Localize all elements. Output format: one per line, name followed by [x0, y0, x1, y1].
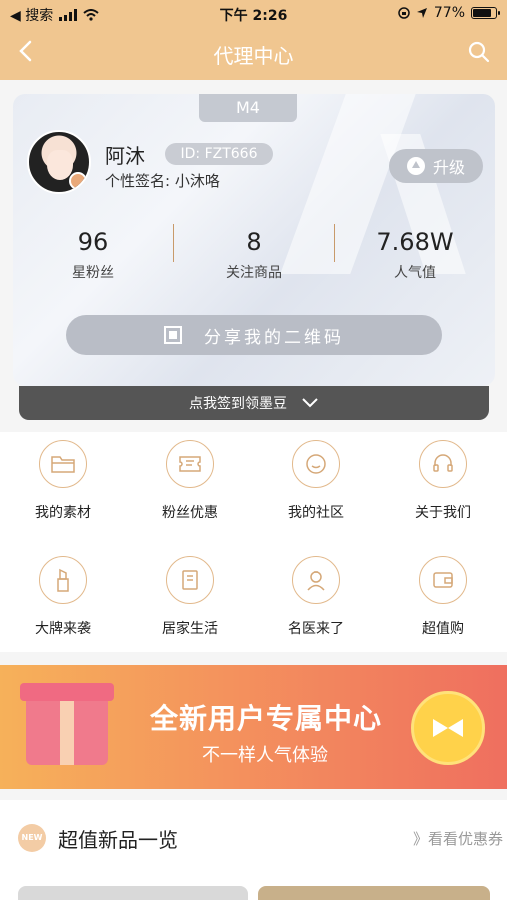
- smile-icon: [306, 454, 326, 474]
- user-name: 阿沐: [105, 144, 145, 168]
- grid-item-label: 超值购: [422, 621, 464, 637]
- grid-item-label: 居家生活: [162, 621, 218, 637]
- new-user-banner[interactable]: 全新用户专属中心 不一样人气体验: [0, 665, 507, 789]
- user-signature: 个性签名: 小沐咯: [105, 172, 220, 190]
- checkin-bar[interactable]: 点我签到领墨豆: [19, 386, 489, 420]
- bow-coin-icon: [411, 691, 485, 765]
- status-bar: ◀ 搜索 下午 2:26 77%: [0, 0, 507, 28]
- gift-box-icon: [20, 683, 114, 765]
- profile-card: M4 阿沐 ID: FZT666 个性签名: 小沐咯 升级 96 星粉丝 8 关…: [13, 94, 495, 386]
- book-icon: [182, 570, 198, 590]
- grid-item-value-buy[interactable]: 超值购: [380, 556, 506, 638]
- stat-value: 96: [77, 228, 109, 256]
- header-bar: ◀ 搜索 下午 2:26 77% 代理中心: [0, 0, 507, 80]
- grid-item-fan-discount[interactable]: 粉丝优惠: [127, 440, 253, 522]
- arrow-up-icon: [406, 157, 425, 175]
- grid-item-label: 关于我们: [415, 505, 471, 521]
- banner-subtitle: 不一样人气体验: [202, 745, 328, 766]
- stat-popularity[interactable]: 7.68W 人气值: [335, 228, 495, 282]
- feature-grid: 我的素材 粉丝优惠 我的社区 关于我们 大牌来袭 居家生活 名医来了 超值购: [0, 432, 507, 652]
- nav-bar: 代理中心: [0, 28, 507, 78]
- product-thumbnail[interactable]: [258, 886, 490, 900]
- grid-item-big-brands[interactable]: 大牌来袭: [0, 556, 126, 638]
- qr-code-icon: [164, 326, 182, 344]
- product-thumbnail[interactable]: [18, 886, 248, 900]
- upgrade-label: 升级: [432, 158, 465, 177]
- headset-icon: [433, 454, 453, 472]
- grid-item-about-us[interactable]: 关于我们: [380, 440, 506, 522]
- lipstick-icon: [57, 568, 69, 592]
- user-id-badge: ID: FZT666: [165, 143, 273, 165]
- ticket-icon: [179, 456, 201, 472]
- grid-item-home-living[interactable]: 居家生活: [127, 556, 253, 638]
- page-title: 代理中心: [213, 44, 294, 68]
- share-qr-button[interactable]: 分享我的二维码: [66, 315, 442, 355]
- level-badge: M4: [199, 94, 297, 122]
- stat-value: 7.68W: [376, 228, 454, 256]
- share-qr-label: 分享我的二维码: [204, 327, 344, 348]
- edit-badge-icon: [69, 172, 87, 190]
- checkin-label: 点我签到领墨豆: [189, 396, 287, 412]
- grid-item-label: 粉丝优惠: [162, 505, 218, 521]
- banner-title: 全新用户专属中心: [150, 702, 383, 735]
- avatar[interactable]: [27, 130, 91, 194]
- location-icon: [416, 8, 427, 18]
- upgrade-button[interactable]: 升级: [389, 149, 483, 183]
- stat-label: 关注商品: [226, 265, 282, 281]
- wallet-icon: [433, 572, 453, 588]
- stat-fans[interactable]: 96 星粉丝: [13, 228, 173, 282]
- battery-percent: 77%: [433, 5, 465, 21]
- stat-followed-products[interactable]: 8 关注商品: [174, 228, 334, 282]
- grid-item-doctors[interactable]: 名医来了: [253, 556, 379, 638]
- stat-value: 8: [246, 228, 262, 256]
- folder-icon: [51, 456, 75, 473]
- doctor-icon: [307, 571, 325, 591]
- section-title: 超值新品一览: [58, 828, 178, 852]
- grid-item-label: 我的素材: [35, 505, 91, 521]
- stat-label: 星粉丝: [72, 265, 114, 281]
- stat-label: 人气值: [394, 265, 436, 281]
- orientation-lock-icon: [398, 7, 410, 19]
- new-badge-icon: NEW: [18, 824, 46, 852]
- new-products-section: NEW 超值新品一览 》看看优惠券: [0, 800, 507, 900]
- grid-item-label: 名医来了: [288, 621, 344, 637]
- grid-item-materials[interactable]: 我的素材: [0, 440, 126, 522]
- grid-item-label: 大牌来袭: [35, 621, 91, 637]
- grid-item-label: 我的社区: [288, 505, 344, 521]
- view-coupons-link[interactable]: 》看看优惠券: [413, 828, 503, 849]
- battery-icon: [471, 7, 500, 19]
- grid-item-community[interactable]: 我的社区: [253, 440, 379, 522]
- search-icon[interactable]: [467, 40, 491, 64]
- chevron-down-icon: [302, 398, 318, 408]
